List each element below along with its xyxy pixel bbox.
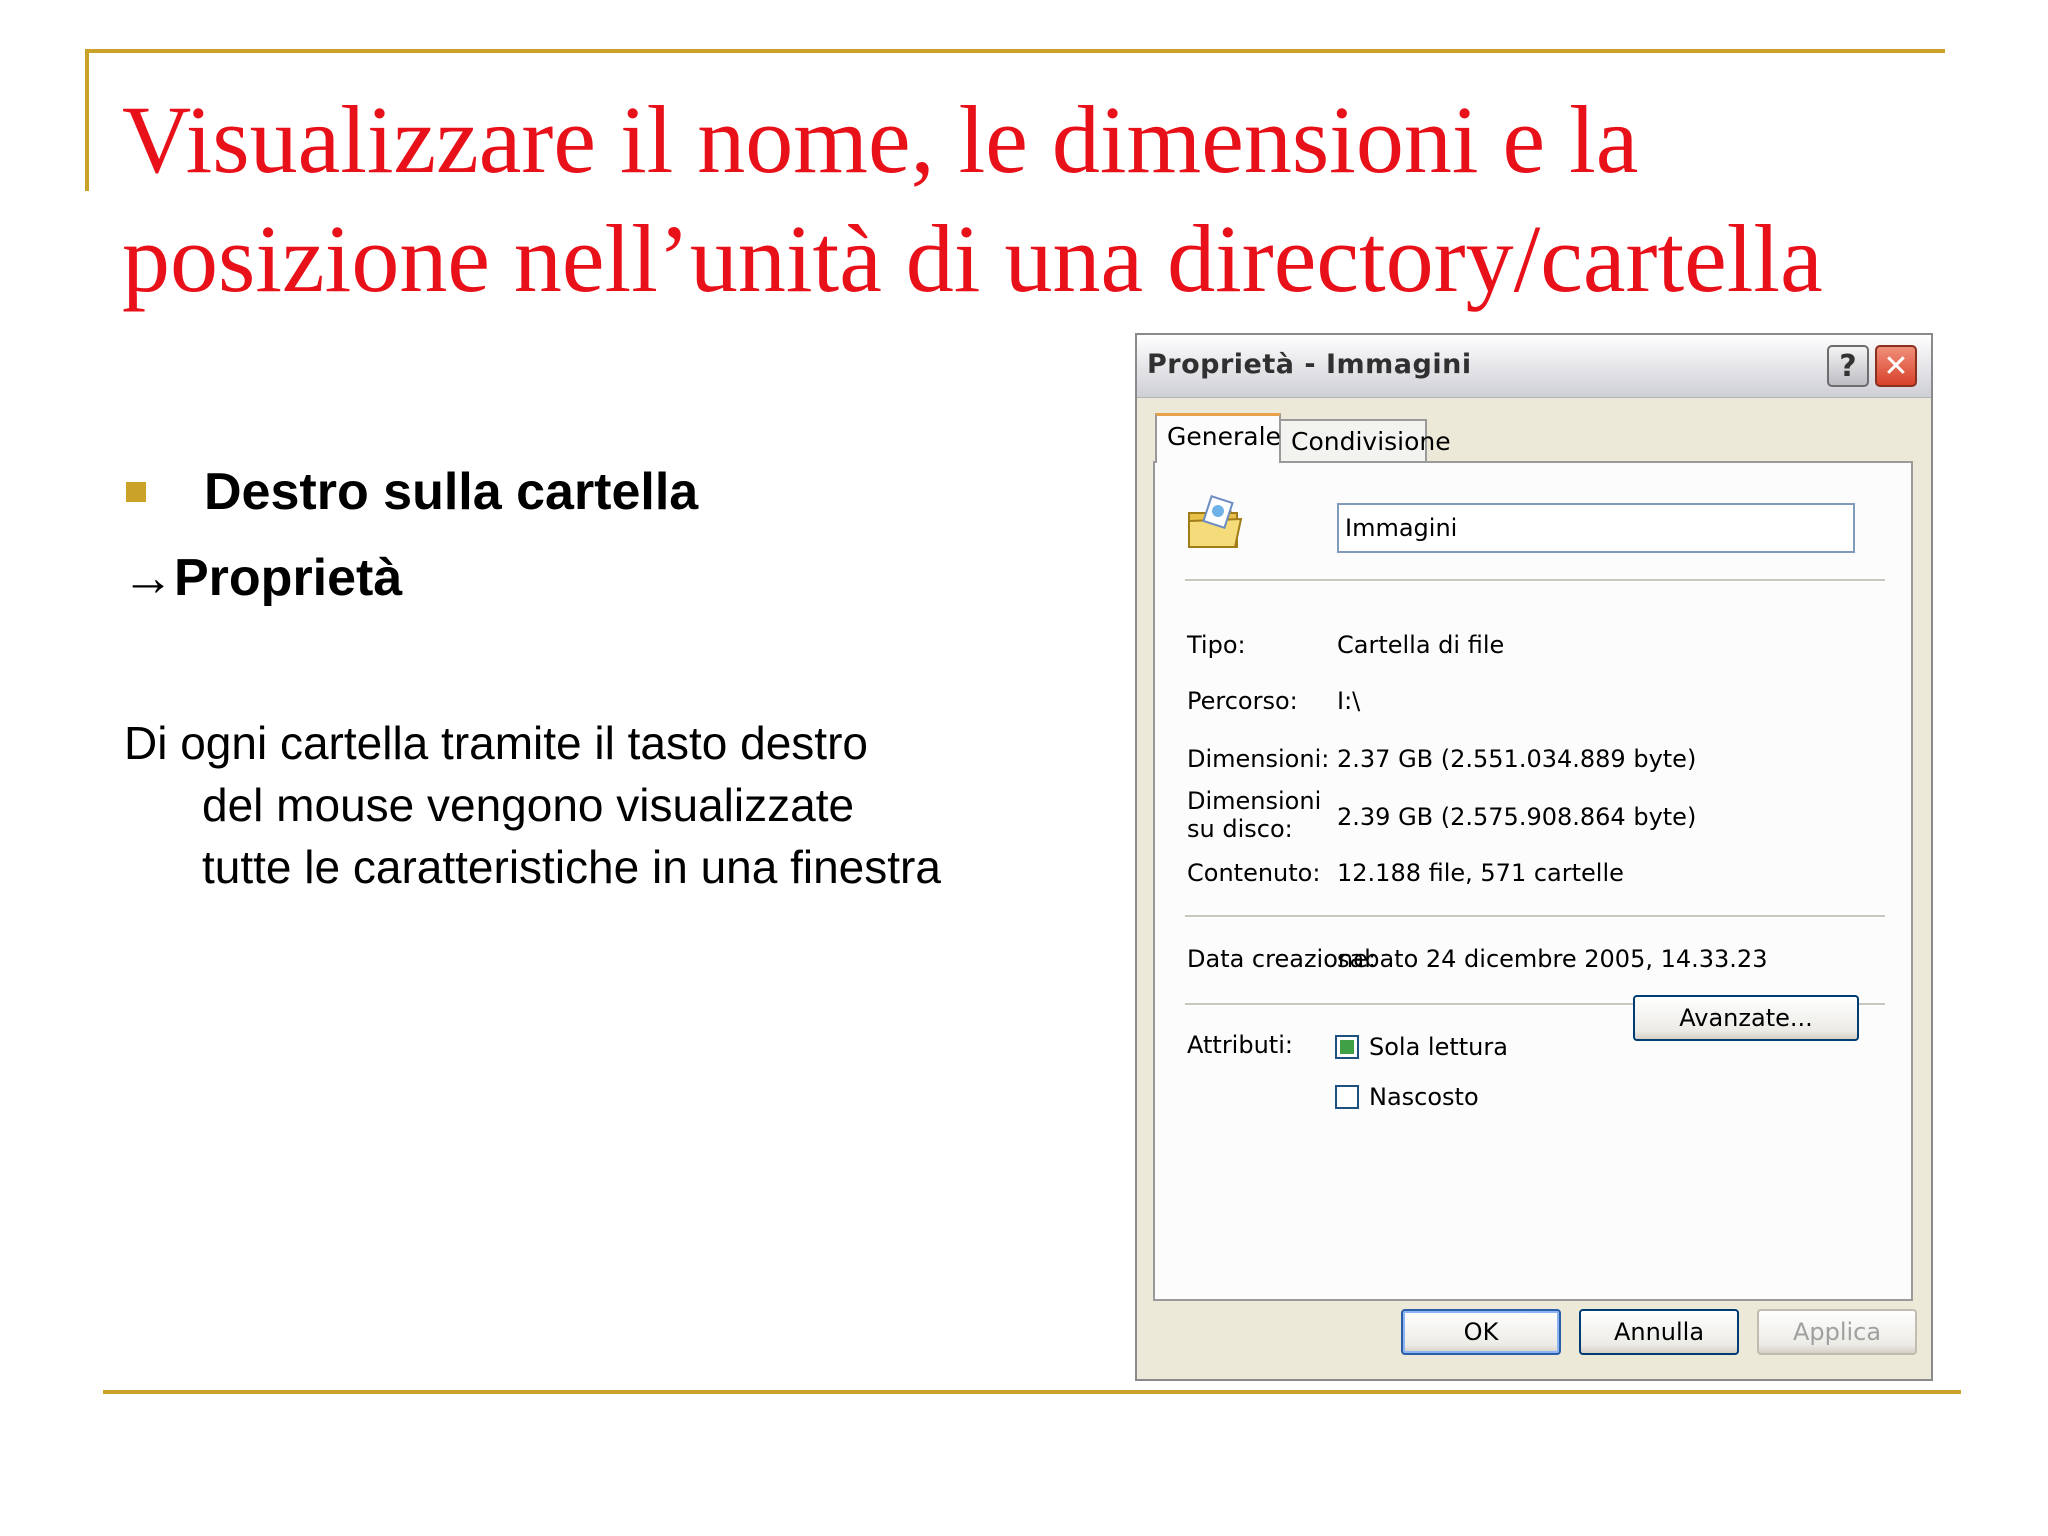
nascosto-check-box[interactable] xyxy=(1335,1085,1359,1109)
general-tab-panel: Tipo: Cartella di file Percorso: I:\ Dim… xyxy=(1153,461,1913,1301)
body-paragraph: Di ogni cartella tramite il tasto destro… xyxy=(124,712,1084,898)
ok-button[interactable]: OK xyxy=(1401,1309,1561,1355)
sola-lettura-label: Sola lettura xyxy=(1369,1033,1508,1061)
dimensioni-label: Dimensioni: xyxy=(1187,745,1330,773)
percorso-value: I:\ xyxy=(1337,687,1361,715)
close-icon: ✕ xyxy=(1883,348,1909,384)
contenuto-label: Contenuto: xyxy=(1187,859,1321,887)
bottom-rule xyxy=(103,1390,1961,1394)
contenuto-value: 12.188 file, 571 cartelle xyxy=(1337,859,1624,887)
help-icon: ? xyxy=(1839,348,1857,384)
check-mark-icon xyxy=(1340,1040,1354,1054)
close-button[interactable]: ✕ xyxy=(1875,345,1917,387)
nascosto-checkbox[interactable]: Nascosto xyxy=(1335,1083,1479,1111)
tab-generale[interactable]: Generale xyxy=(1155,413,1281,463)
dimensioni-disco-value: 2.39 GB (2.575.908.864 byte) xyxy=(1337,803,1697,831)
folder-name-input[interactable] xyxy=(1337,503,1855,553)
arrow-line: →Proprietà xyxy=(122,549,403,607)
sola-lettura-check-box[interactable] xyxy=(1335,1035,1359,1059)
slide-title-line2: posizione nell’unità di una directory/ca… xyxy=(122,205,1823,312)
bullet-item: Destro sulla cartella xyxy=(126,462,698,522)
avanzate-button[interactable]: Avanzate... xyxy=(1633,995,1859,1041)
properties-dialog: Proprietà - Immagini ? ✕ Generale Condiv… xyxy=(1135,333,1933,1381)
body-line1: Di ogni cartella tramite il tasto destro xyxy=(124,717,868,769)
top-rule xyxy=(85,49,1945,53)
help-button[interactable]: ? xyxy=(1827,345,1869,387)
dialog-title: Proprietà - Immagini xyxy=(1147,349,1472,380)
data-creazione-value: sabato 24 dicembre 2005, 14.33.23 xyxy=(1337,945,1768,973)
slide-title: Visualizzare il nome, le dimensioni e la… xyxy=(122,80,1942,318)
left-rule xyxy=(85,49,89,191)
nascosto-label: Nascosto xyxy=(1369,1083,1479,1111)
body-line2: del mouse vengono visualizzate xyxy=(202,779,855,831)
dimensioni-value: 2.37 GB (2.551.034.889 byte) xyxy=(1337,745,1697,773)
body-line3: tutte le caratteristiche in una finestra xyxy=(202,841,941,893)
attributi-label: Attributi: xyxy=(1187,1031,1293,1059)
separator xyxy=(1185,579,1885,582)
tipo-label: Tipo: xyxy=(1187,631,1246,659)
applica-button[interactable]: Applica xyxy=(1757,1309,1917,1355)
folder-icon xyxy=(1188,494,1243,548)
slide-title-line1: Visualizzare il nome, le dimensioni e la xyxy=(122,86,1639,193)
percorso-label: Percorso: xyxy=(1187,687,1298,715)
dialog-titlebar[interactable]: Proprietà - Immagini ? ✕ xyxy=(1137,335,1931,398)
dimensioni-disco-label: Dimensioni su disco: xyxy=(1187,787,1322,843)
tab-condivisione[interactable]: Condivisione xyxy=(1279,419,1451,463)
bullet-square-icon xyxy=(126,482,146,502)
bullet-text: Destro sulla cartella xyxy=(204,463,699,521)
tipo-value: Cartella di file xyxy=(1337,631,1505,659)
sola-lettura-checkbox[interactable]: Sola lettura xyxy=(1335,1033,1508,1061)
annulla-button[interactable]: Annulla xyxy=(1579,1309,1739,1355)
separator xyxy=(1185,915,1885,918)
